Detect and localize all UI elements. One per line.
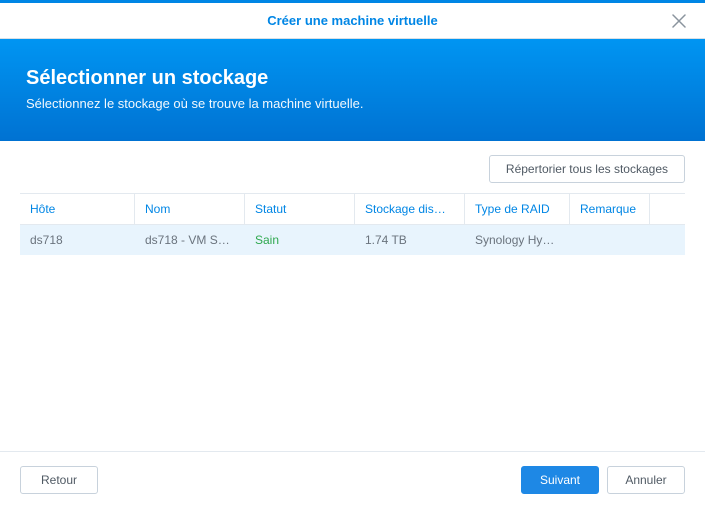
col-header-pad — [650, 194, 685, 225]
table-header: Hôte Nom Statut Stockage dis… Type de RA… — [20, 194, 685, 225]
cell-host: ds718 — [20, 225, 135, 255]
col-header-name[interactable]: Nom — [135, 194, 245, 225]
storage-table: Hôte Nom Statut Stockage dis… Type de RA… — [20, 193, 685, 451]
table-row[interactable]: ds718 ds718 - VM S… Sain 1.74 TB Synolog… — [20, 225, 685, 255]
cell-raid: Synology Hy… — [465, 225, 570, 255]
toolbar: Répertorier tous les stockages — [20, 155, 685, 183]
cell-remark — [570, 225, 650, 255]
titlebar: Créer une machine virtuelle — [0, 3, 705, 39]
close-button[interactable] — [661, 3, 697, 39]
banner-heading: Sélectionner un stockage — [26, 67, 679, 90]
col-header-raid[interactable]: Type de RAID — [465, 194, 570, 225]
cell-pad — [650, 225, 685, 255]
back-button[interactable]: Retour — [20, 466, 98, 494]
cancel-button[interactable]: Annuler — [607, 466, 685, 494]
step-banner: Sélectionner un stockage Sélectionnez le… — [0, 39, 705, 141]
col-header-status[interactable]: Statut — [245, 194, 355, 225]
dialog-title: Créer une machine virtuelle — [267, 13, 438, 28]
next-button[interactable]: Suivant — [521, 466, 599, 494]
cell-status: Sain — [245, 225, 355, 255]
create-vm-dialog: Créer une machine virtuelle Sélectionner… — [0, 0, 705, 507]
content-area: Répertorier tous les stockages Hôte Nom … — [0, 141, 705, 451]
list-all-storages-button[interactable]: Répertorier tous les stockages — [489, 155, 685, 183]
dialog-footer: Retour Suivant Annuler — [0, 451, 705, 507]
col-header-host[interactable]: Hôte — [20, 194, 135, 225]
cell-name: ds718 - VM S… — [135, 225, 245, 255]
col-header-storage[interactable]: Stockage dis… — [355, 194, 465, 225]
banner-subheading: Sélectionnez le stockage où se trouve la… — [26, 96, 679, 111]
col-header-remark[interactable]: Remarque — [570, 194, 650, 225]
close-icon — [672, 14, 686, 28]
cell-storage: 1.74 TB — [355, 225, 465, 255]
